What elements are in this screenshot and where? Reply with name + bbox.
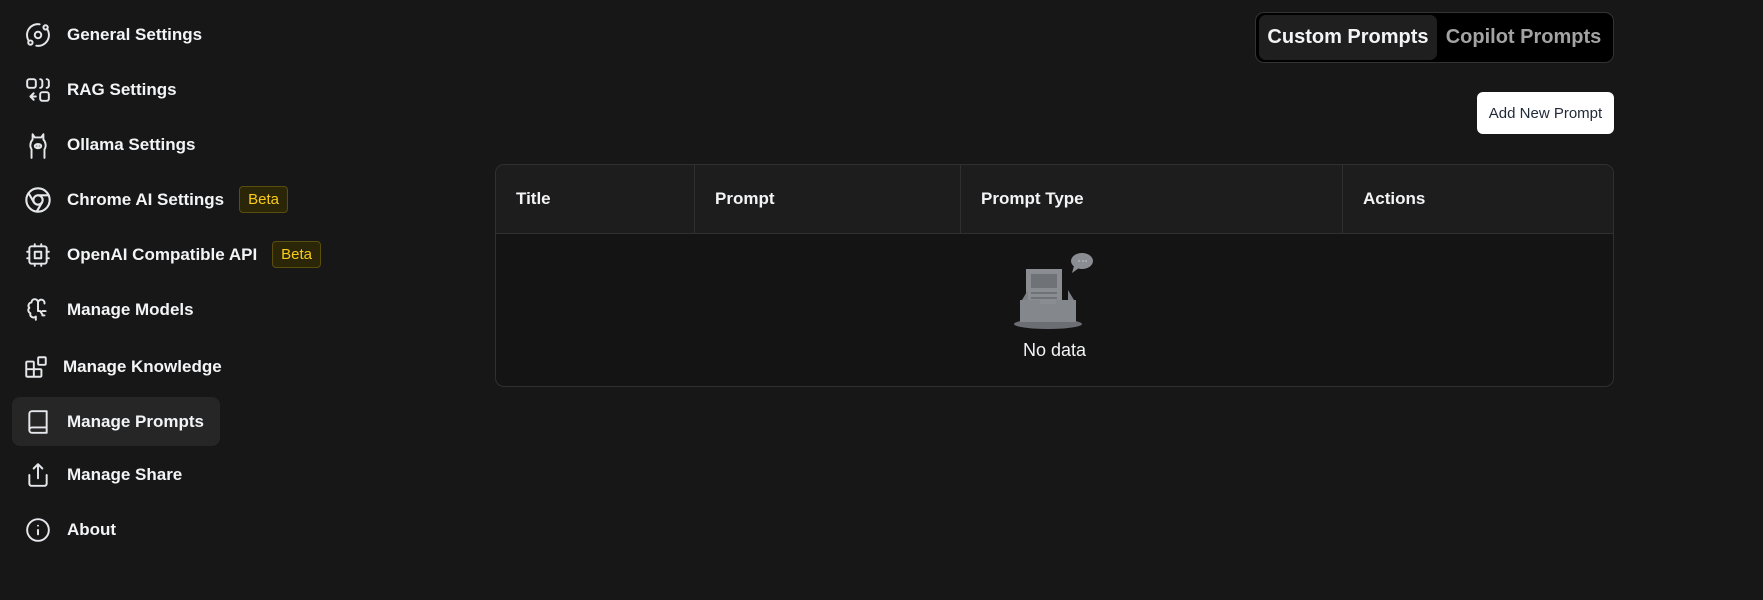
- sidebar-item-chrome-ai-settings[interactable]: Chrome AI Settings Beta: [12, 175, 312, 224]
- column-header-actions: Actions: [1363, 189, 1426, 208]
- sidebar-item-manage-models[interactable]: Manage Models: [12, 285, 220, 334]
- add-new-prompt-button[interactable]: Add New Prompt: [1477, 92, 1614, 134]
- sidebar-item-label: RAG Settings: [67, 79, 177, 99]
- orbit-icon: [23, 20, 53, 50]
- brain-icon: [23, 295, 53, 325]
- sidebar-item-rag-settings[interactable]: RAG Settings: [12, 65, 220, 114]
- column-header-prompt-type: Prompt Type: [961, 165, 1343, 233]
- tab-copilot-prompts[interactable]: Copilot Prompts: [1437, 15, 1610, 60]
- beta-badge: Beta: [272, 241, 322, 268]
- sidebar-item-manage-knowledge[interactable]: Manage Knowledge: [12, 342, 222, 391]
- table-header: Title Prompt Prompt Type Actions: [496, 165, 1613, 234]
- chrome-icon: [23, 185, 53, 215]
- column-header-title: Title: [496, 165, 695, 233]
- sidebar-item-label: OpenAI Compatible API: [67, 244, 258, 264]
- prompt-type-toggle: Custom Prompts Copilot Prompts: [1255, 12, 1614, 63]
- blocks-icon: [23, 352, 49, 382]
- sidebar-item-label: Manage Share: [67, 464, 183, 484]
- sidebar-item-general-settings[interactable]: General Settings: [12, 10, 220, 59]
- sidebar-item-label: Manage Knowledge: [63, 356, 222, 376]
- info-icon: [23, 515, 53, 545]
- sidebar-item-ollama-settings[interactable]: Ollama Settings: [12, 120, 220, 169]
- sidebar-item-label: Chrome AI Settings: [67, 189, 225, 209]
- tab-custom-prompts[interactable]: Custom Prompts: [1259, 15, 1437, 60]
- sidebar-item-openai-compatible-api[interactable]: OpenAI Compatible API Beta: [12, 230, 342, 279]
- sidebar-item-label: About: [67, 519, 117, 539]
- sidebar-item-manage-prompts[interactable]: Manage Prompts: [12, 397, 220, 446]
- empty-inbox-icon: [1013, 253, 1093, 329]
- sidebar-item-label: General Settings: [67, 24, 203, 44]
- empty-state: No data: [496, 234, 1613, 386]
- sidebar-item-label: Ollama Settings: [67, 134, 196, 154]
- column-header-prompt: Prompt: [695, 165, 961, 233]
- sidebar-item-label: Manage Models: [67, 299, 194, 319]
- beta-badge: Beta: [239, 186, 288, 213]
- combine-icon: [23, 75, 53, 105]
- sidebar-item-manage-share[interactable]: Manage Share: [12, 450, 220, 499]
- ollama-icon: [23, 130, 53, 160]
- cpu-icon: [23, 240, 53, 270]
- prompts-table: Title Prompt Prompt Type Actions No data: [495, 164, 1614, 387]
- empty-text: No data: [1022, 340, 1087, 360]
- sidebar-item-about[interactable]: About: [12, 505, 220, 554]
- sidebar-item-label: Manage Prompts: [67, 411, 204, 431]
- book-icon: [23, 407, 53, 437]
- share-icon: [23, 460, 53, 490]
